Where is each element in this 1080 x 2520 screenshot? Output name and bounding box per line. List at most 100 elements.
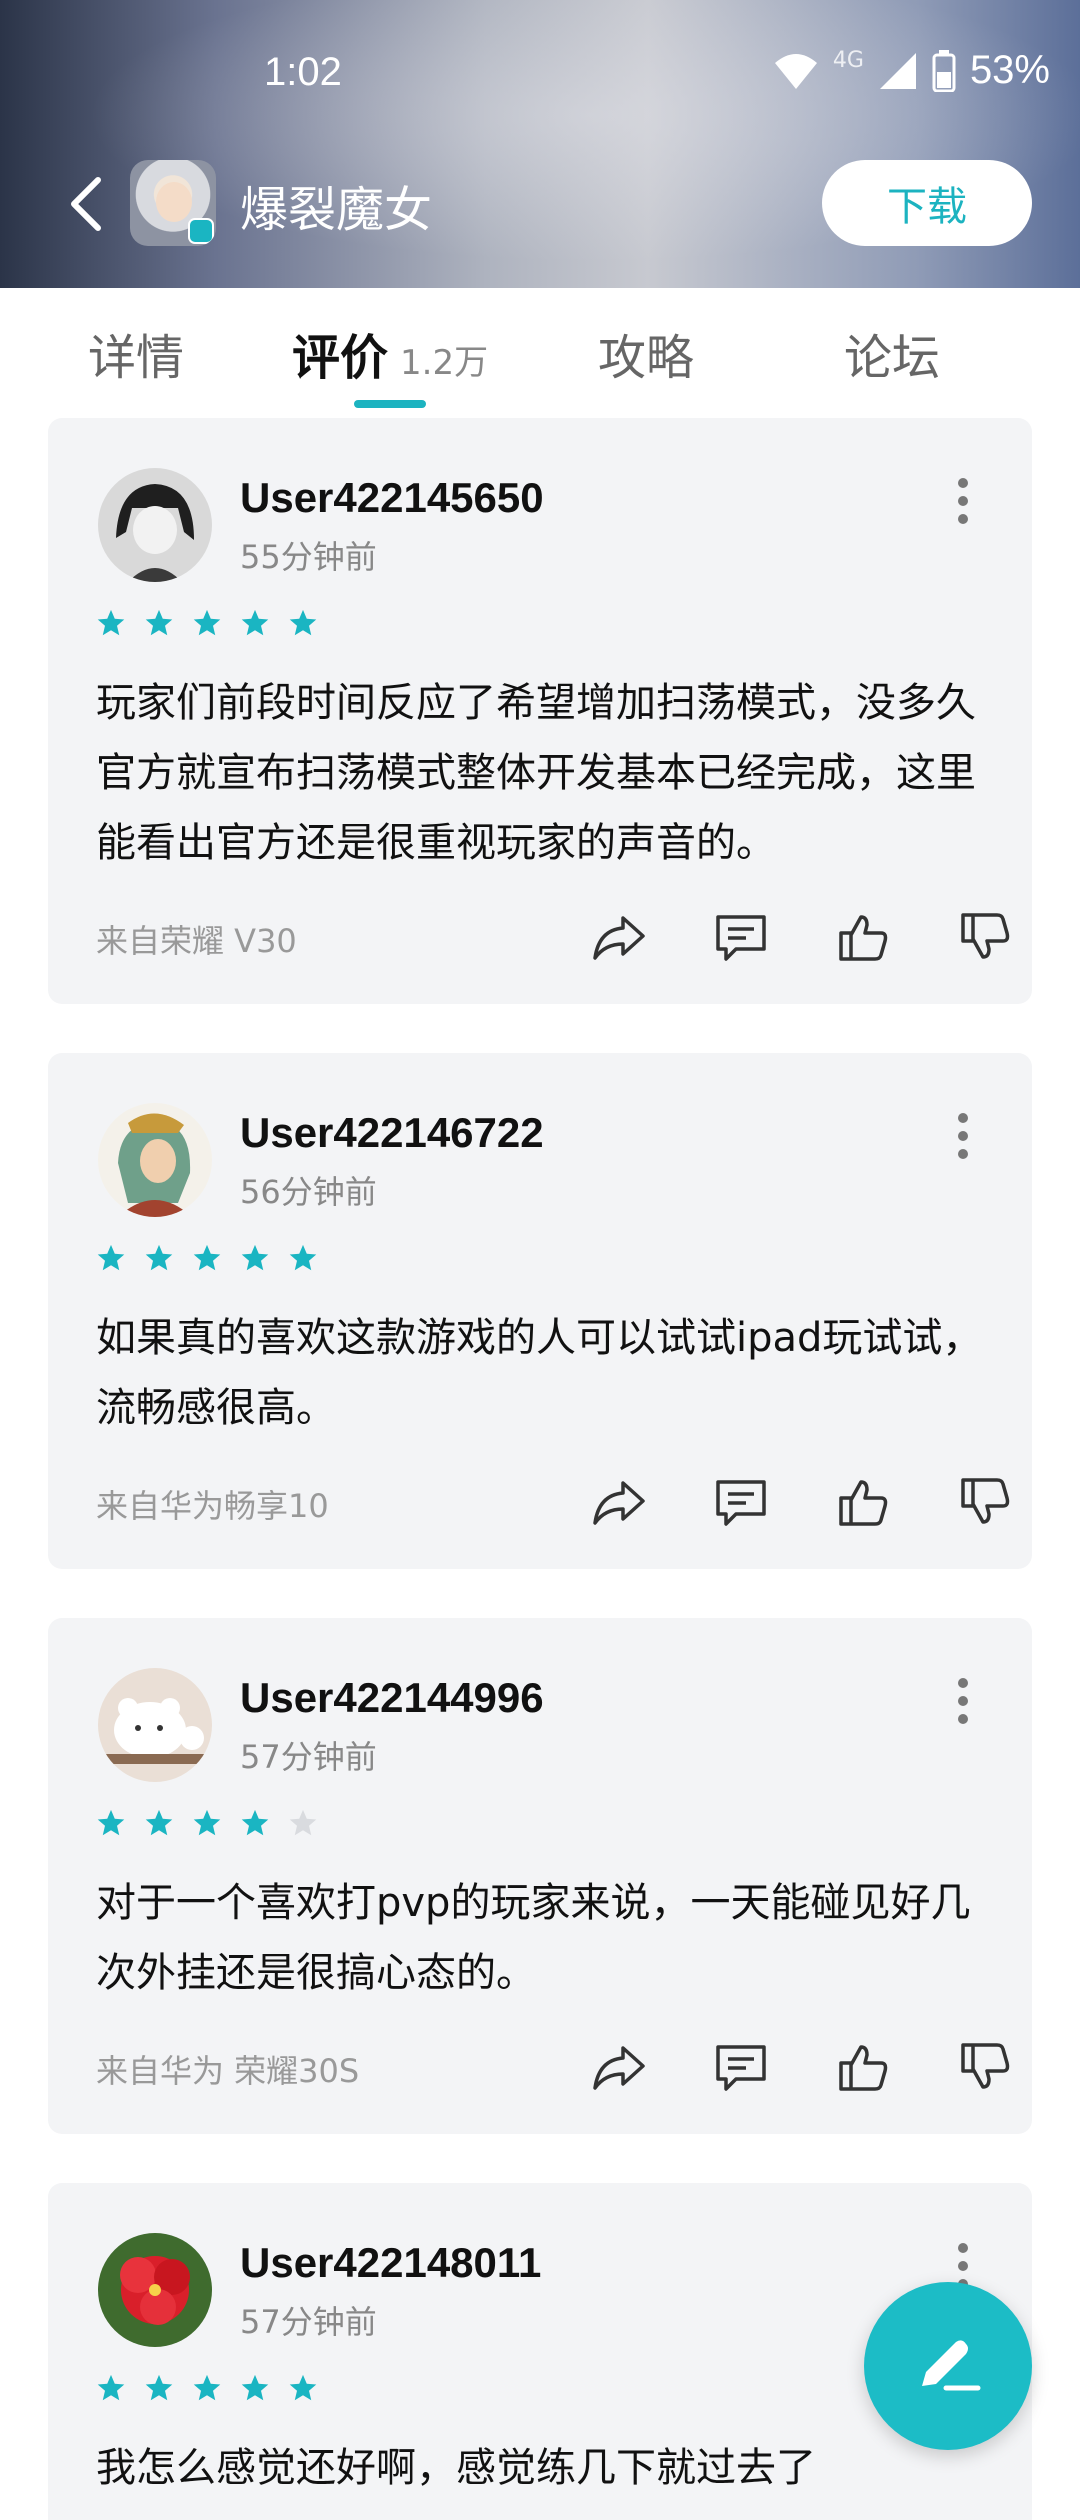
download-button[interactable]: 下载 xyxy=(822,160,1032,246)
app-header: 1:02 4G 53% 爆裂魔女 下载 xyxy=(0,0,1080,288)
review-text: 玩家们前段时间反应了希望增加扫荡模式，没多久官方就宣布扫荡模式整体开发基本已经完… xyxy=(96,680,976,866)
review-text: 如果真的喜欢这款游戏的人可以试试ipad玩试试，流畅感很高。 xyxy=(96,1315,983,1431)
rating-stars xyxy=(96,2373,318,2403)
more-options-button[interactable] xyxy=(948,1113,978,1173)
tab-forum[interactable]: 论坛 xyxy=(844,318,940,388)
app-icon xyxy=(130,160,216,246)
rating-stars xyxy=(96,1243,318,1273)
write-review-button[interactable] xyxy=(864,2282,1032,2450)
star-filled-icon xyxy=(241,609,269,636)
status-bar: 1:02 4G 53% xyxy=(0,40,1080,110)
thumbs-up-icon xyxy=(839,915,888,961)
app-title-row: 爆裂魔女 下载 xyxy=(0,160,1080,250)
thumbs-up-icon xyxy=(839,2045,888,2091)
platform-badge-icon xyxy=(188,218,214,244)
review-actions xyxy=(558,2032,1046,2102)
review-card[interactable]: User422145650 55分钟前 玩家们前段时间反应了希望增加扫荡模式，没… xyxy=(48,418,1032,1004)
review-time: 57分钟前 xyxy=(240,2303,377,2341)
share-button[interactable] xyxy=(558,2032,680,2102)
star-filled-icon xyxy=(289,1244,317,1271)
avatar[interactable] xyxy=(98,1103,212,1217)
review-time: 56分钟前 xyxy=(240,1173,377,1211)
active-tab-indicator xyxy=(354,400,426,408)
dislike-button[interactable] xyxy=(924,1467,1046,1537)
dislike-button[interactable] xyxy=(924,2032,1046,2102)
share-button[interactable] xyxy=(558,902,680,972)
thumbs-down-icon xyxy=(961,1478,1010,1524)
wifi-icon xyxy=(774,53,817,89)
share-button[interactable] xyxy=(558,1467,680,1537)
review-username[interactable]: User422144996 xyxy=(240,1674,544,1722)
more-options-button[interactable] xyxy=(948,478,978,538)
share-icon xyxy=(593,1481,645,1525)
app-title: 爆裂魔女 xyxy=(240,182,433,238)
review-card[interactable]: User422144996 57分钟前 对于一个喜欢打pvp的玩家来说，一天能碰… xyxy=(48,1618,1032,2134)
star-filled-icon xyxy=(241,2374,269,2401)
review-text: 我怎么感觉还好啊，感觉练几下就过去了 xyxy=(96,2445,816,2491)
share-icon xyxy=(593,2046,645,2090)
star-filled-icon xyxy=(97,2374,125,2401)
tab-bar: 详情 评价 1.2万 攻略 论坛 xyxy=(0,288,1080,418)
tab-reviews-count: 1.2万 xyxy=(400,343,489,383)
back-button[interactable] xyxy=(62,174,112,234)
rating-stars xyxy=(96,608,318,638)
star-filled-icon xyxy=(193,2374,221,2401)
dislike-button[interactable] xyxy=(924,902,1046,972)
star-filled-icon xyxy=(145,1809,173,1836)
battery-percent: 53% xyxy=(969,48,1050,92)
tab-reviews[interactable]: 评价 1.2万 xyxy=(292,318,488,388)
avatar-image xyxy=(98,468,212,582)
star-filled-icon xyxy=(289,609,317,636)
status-time: 1:02 xyxy=(264,50,342,94)
review-username[interactable]: User422145650 xyxy=(240,474,544,522)
network-label: 4G xyxy=(832,48,864,73)
comment-button[interactable] xyxy=(680,902,802,972)
comment-button[interactable] xyxy=(680,1467,802,1537)
star-filled-icon xyxy=(145,609,173,636)
avatar-image xyxy=(98,2233,212,2347)
like-button[interactable] xyxy=(802,902,924,972)
signal-icon xyxy=(879,52,916,89)
tab-details[interactable]: 详情 xyxy=(88,318,184,388)
chevron-left-icon xyxy=(71,177,101,231)
star-filled-icon xyxy=(241,1809,269,1836)
tab-guides[interactable]: 攻略 xyxy=(598,318,694,388)
star-filled-icon xyxy=(97,609,125,636)
avatar-image xyxy=(98,1103,212,1217)
review-actions xyxy=(558,902,1046,972)
review-actions xyxy=(558,1467,1046,1537)
star-filled-icon xyxy=(241,1244,269,1271)
thumbs-down-icon xyxy=(961,913,1010,959)
review-device: 来自华为畅享10 xyxy=(96,1487,329,1525)
rating-stars xyxy=(96,1808,318,1838)
pen-icon xyxy=(922,2340,981,2391)
avatar[interactable] xyxy=(98,2233,212,2347)
thumbs-down-icon xyxy=(961,2043,1010,2089)
comment-button[interactable] xyxy=(680,2032,802,2102)
star-filled-icon xyxy=(145,1244,173,1271)
share-icon xyxy=(593,916,645,960)
battery-icon xyxy=(932,49,956,92)
star-filled-icon xyxy=(97,1809,125,1836)
star-filled-icon xyxy=(193,1244,221,1271)
comment-icon xyxy=(716,915,766,961)
avatar[interactable] xyxy=(98,1668,212,1782)
review-device: 来自荣耀 V30 xyxy=(96,922,297,960)
avatar[interactable] xyxy=(98,468,212,582)
review-username[interactable]: User422148011 xyxy=(240,2239,541,2287)
star-filled-icon xyxy=(97,1244,125,1271)
star-filled-icon xyxy=(193,1809,221,1836)
star-filled-icon xyxy=(193,609,221,636)
like-button[interactable] xyxy=(802,1467,924,1537)
more-options-button[interactable] xyxy=(948,1678,978,1738)
comment-icon xyxy=(716,2045,766,2091)
avatar-image xyxy=(98,1668,212,1782)
review-card[interactable]: User422146722 56分钟前 如果真的喜欢这款游戏的人可以试试ipad… xyxy=(48,1053,1032,1569)
review-device: 来自华为 荣耀30S xyxy=(96,2052,360,2090)
star-filled-icon xyxy=(145,2374,173,2401)
tab-reviews-label: 评价 xyxy=(292,330,389,386)
review-text: 对于一个喜欢打pvp的玩家来说，一天能碰见好几次外挂还是很搞心态的。 xyxy=(96,1880,971,1996)
like-button[interactable] xyxy=(802,2032,924,2102)
review-username[interactable]: User422146722 xyxy=(240,1109,544,1157)
comment-icon xyxy=(716,1480,766,1526)
